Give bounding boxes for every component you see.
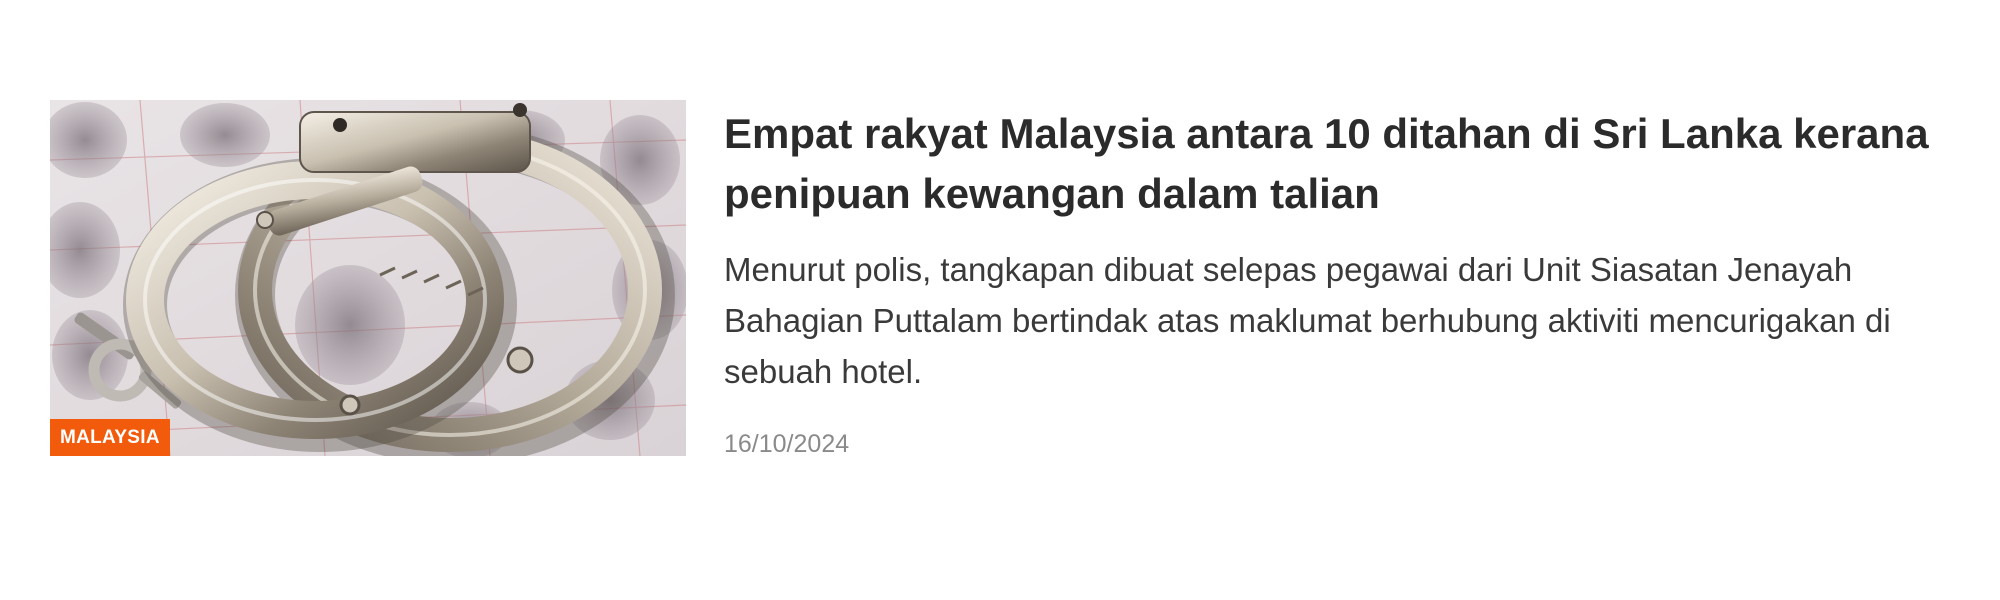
article-summary: Menurut polis, tangkapan dibuat selepas … <box>724 251 1891 390</box>
article-text: Empat rakyat Malaysia antara 10 ditahan … <box>724 100 1964 459</box>
handcuffs-image <box>50 100 686 456</box>
article-card: MALAYSIA Empat rakyat Malaysia antara 10… <box>50 100 1950 500</box>
category-badge[interactable]: MALAYSIA <box>50 419 170 456</box>
article-thumbnail[interactable]: MALAYSIA <box>50 100 686 456</box>
article-date: 16/10/2024 <box>724 430 850 458</box>
article-headline[interactable]: Empat rakyat Malaysia antara 10 ditahan … <box>724 100 1964 224</box>
